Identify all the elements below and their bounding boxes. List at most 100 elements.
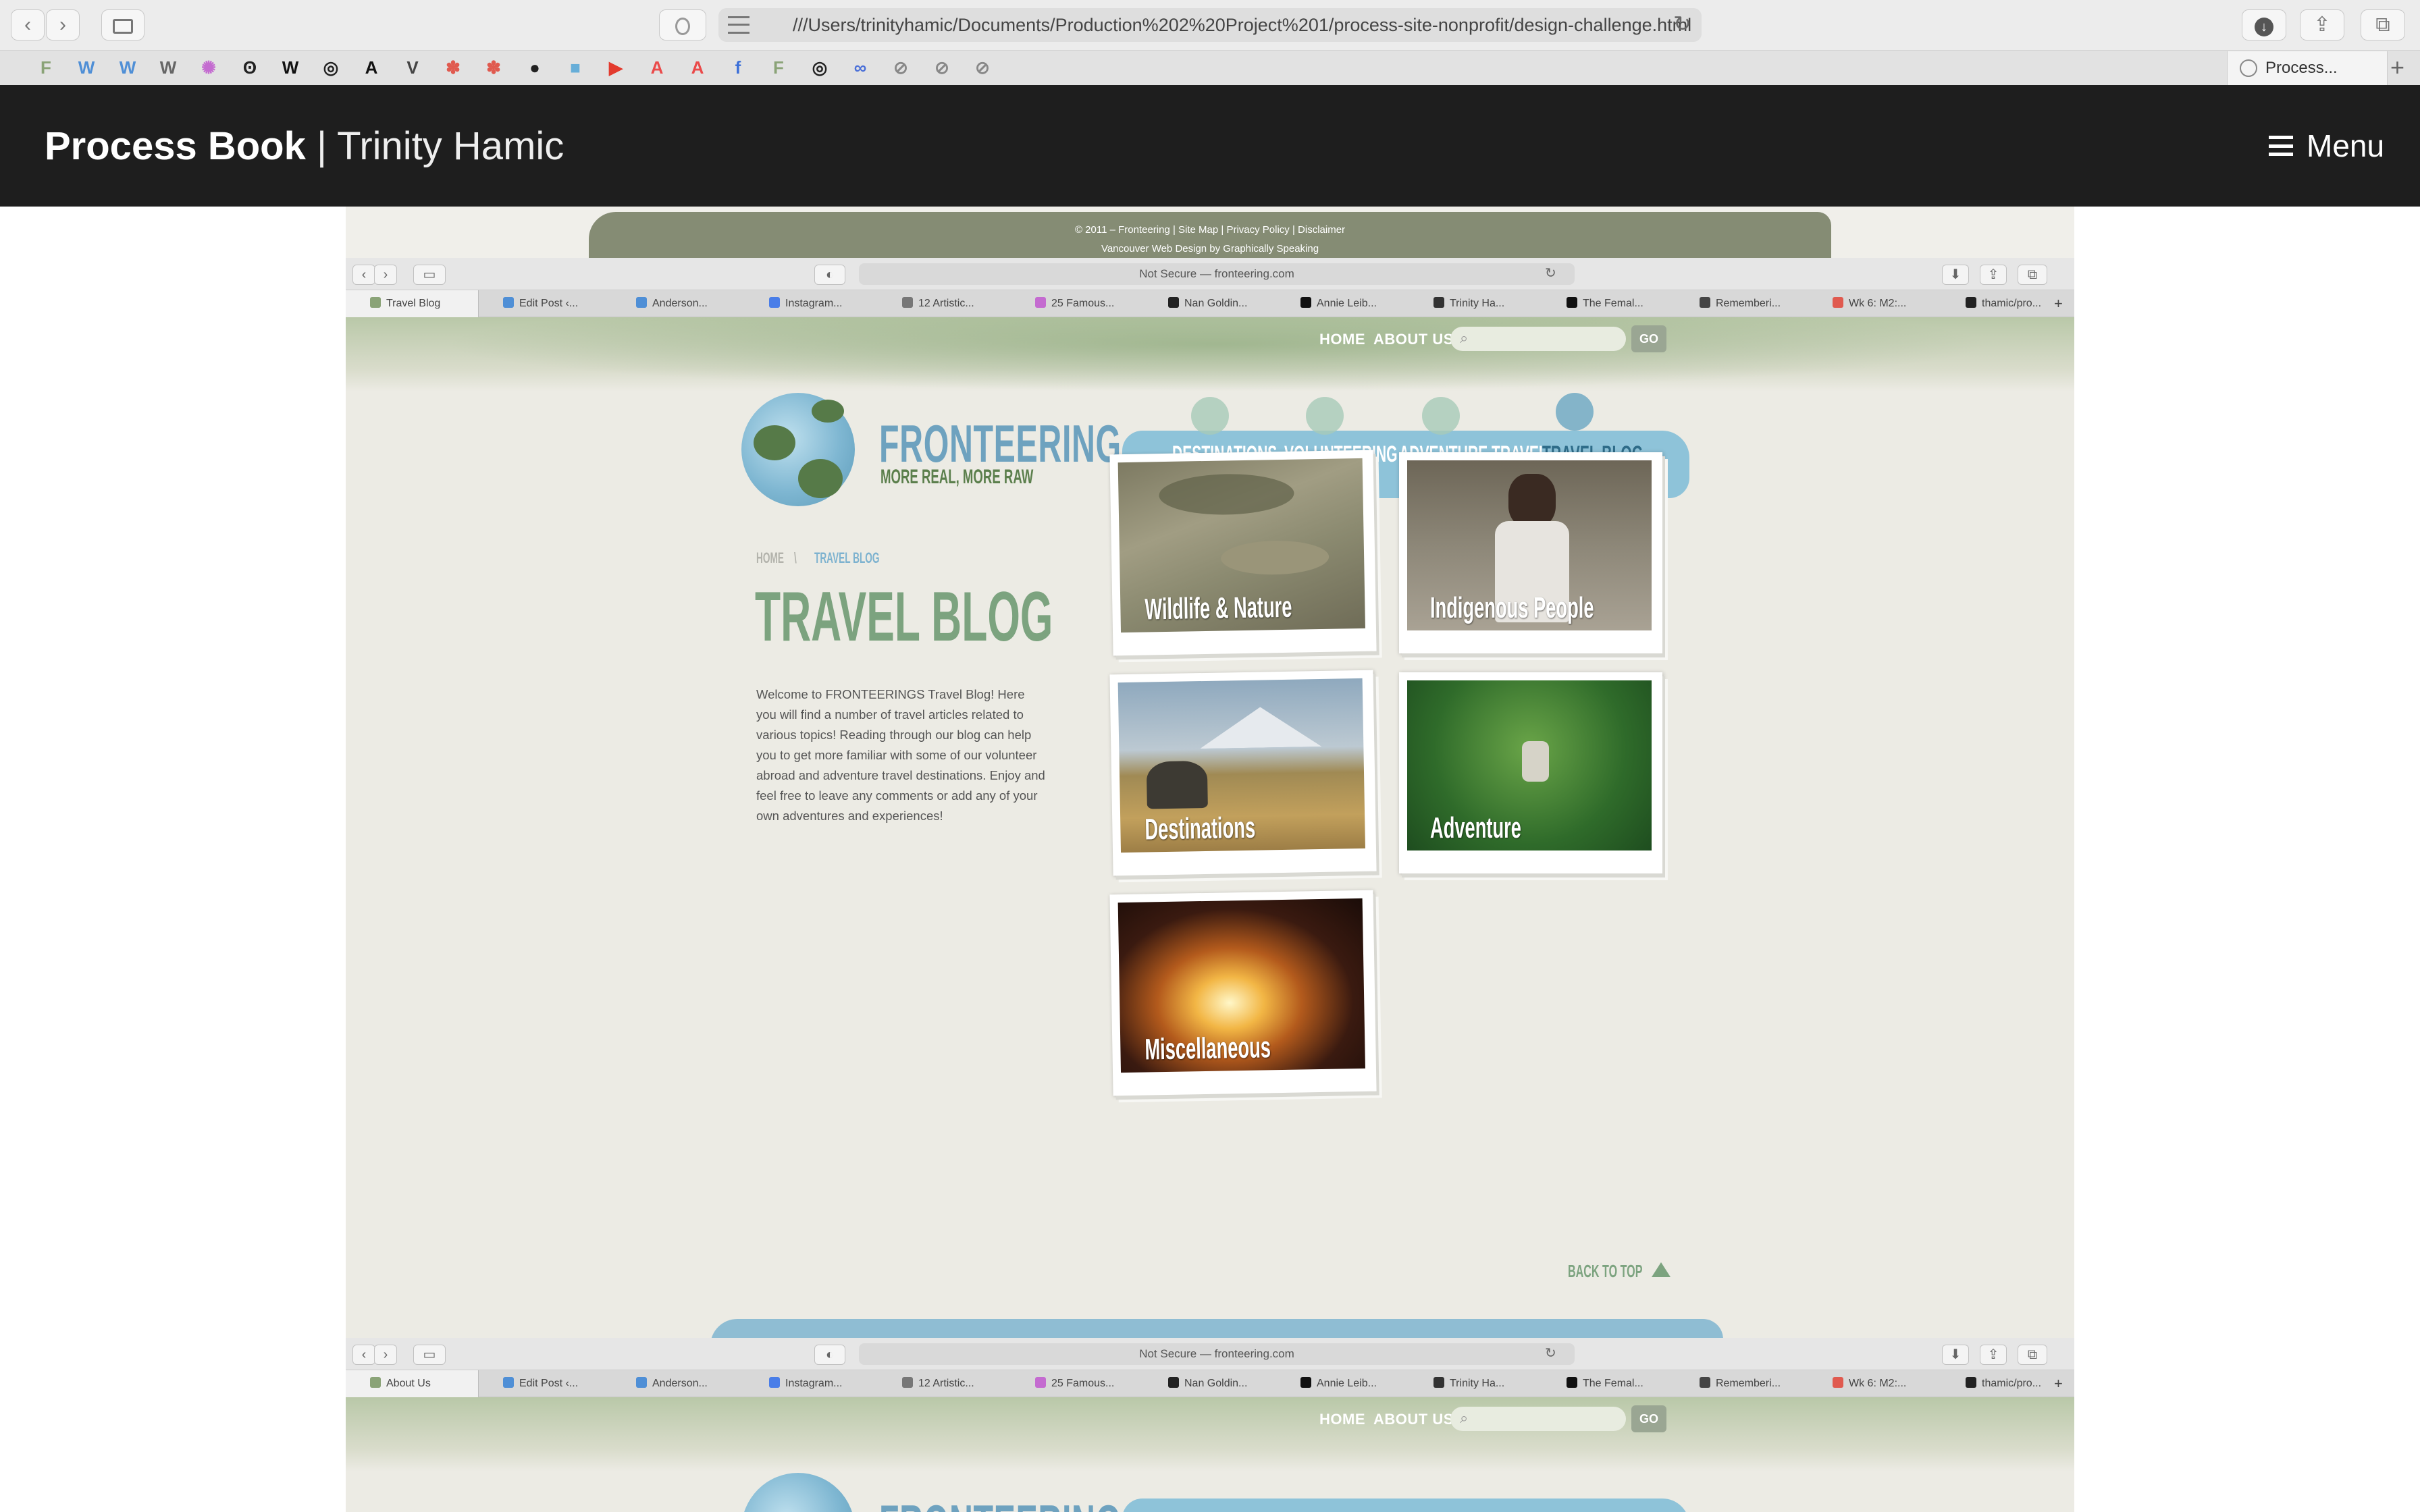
fronteering-globe-logo[interactable] <box>741 1473 855 1512</box>
inner-tab[interactable]: 25 Famous... <box>1011 1370 1144 1397</box>
fronteering-icon[interactable]: F <box>32 54 59 81</box>
logo-wordmark[interactable]: FRONTEERING <box>879 1493 1122 1512</box>
colorwheel-icon[interactable]: ✺ <box>195 54 222 81</box>
inner-tab[interactable]: Instagram... <box>745 1370 878 1397</box>
inner-tab[interactable]: Wk 6: M2:... <box>1808 290 1941 317</box>
sidebar-toggle-button[interactable] <box>101 9 144 40</box>
inner-tab[interactable]: Travel Blog <box>346 290 479 317</box>
shield-icon[interactable]: ◐ <box>814 1345 845 1365</box>
search-input[interactable]: ⌕ <box>1450 1407 1626 1431</box>
reader-icon[interactable] <box>728 16 749 34</box>
share-icon[interactable]: ⇪ <box>1980 265 2007 285</box>
up-arrow-icon[interactable] <box>1652 1262 1671 1277</box>
feminist-icon[interactable]: A <box>358 54 385 81</box>
new-tab-button[interactable]: + <box>2390 53 2404 82</box>
category-card-miscellaneous[interactable]: Miscellaneous <box>1109 890 1377 1096</box>
inner-tab[interactable]: Anderson... <box>612 290 745 317</box>
topnav-about-us[interactable]: ABOUT US <box>1373 1411 1454 1428</box>
inner-tab[interactable]: Nan Goldin... <box>1144 290 1277 317</box>
menu-button[interactable]: Menu <box>2269 126 2384 166</box>
topnav-home[interactable]: HOME <box>1319 331 1365 348</box>
instagram-icon[interactable]: ◎ <box>806 54 833 81</box>
search-go-button[interactable]: GO <box>1631 1405 1666 1432</box>
link-icon[interactable]: ∞ <box>847 54 874 81</box>
inner-tab[interactable]: Nan Goldin... <box>1144 1370 1277 1397</box>
reload-icon[interactable]: ↻ <box>1673 11 1691 36</box>
asterisk-icon[interactable]: ✽ <box>440 54 467 81</box>
inner-tab[interactable]: Trinity Ha... <box>1409 290 1542 317</box>
download-icon[interactable]: ⬇ <box>1942 1345 1969 1365</box>
forward-button[interactable]: › <box>374 265 397 285</box>
wikipedia-icon[interactable]: W <box>277 54 304 81</box>
inner-tab[interactable]: Annie Leib... <box>1276 1370 1409 1397</box>
inner-tab[interactable]: Edit Post ‹... <box>479 290 612 317</box>
new-tab-button[interactable]: + <box>2054 290 2063 317</box>
privacy-shield-button[interactable] <box>659 9 706 40</box>
wordpress-icon[interactable]: W <box>114 54 141 81</box>
compass-icon[interactable]: ⊘ <box>969 54 996 81</box>
tabs-icon[interactable]: ⧉ <box>2018 265 2047 285</box>
category-card-destinations[interactable]: Destinations <box>1109 670 1377 876</box>
tab-process[interactable]: Process... <box>2227 51 2388 85</box>
sidebar-toggle-button[interactable]: ▭ <box>413 265 446 285</box>
adobe-icon[interactable]: A <box>643 54 670 81</box>
inner-tab[interactable]: The Femal... <box>1542 1370 1675 1397</box>
forward-button[interactable]: › <box>374 1345 397 1365</box>
verge-icon[interactable]: V <box>399 54 426 81</box>
inner-tab[interactable]: Instagram... <box>745 290 878 317</box>
inner-tab[interactable]: The Femal... <box>1542 290 1675 317</box>
back-to-top-link[interactable]: BACK TO TOP <box>1568 1261 1642 1282</box>
search-go-button[interactable]: GO <box>1631 325 1666 352</box>
inner-tab[interactable]: Edit Post ‹... <box>479 1370 612 1397</box>
blue-square-icon[interactable]: ■ <box>562 54 589 81</box>
inner-tab[interactable]: Trinity Ha... <box>1409 1370 1542 1397</box>
topnav-about-us[interactable]: ABOUT US <box>1373 331 1454 348</box>
breadcrumb-home[interactable]: HOME <box>756 549 784 567</box>
category-card-indigenous[interactable]: Indigenous People <box>1399 452 1662 653</box>
sidebar-toggle-button[interactable]: ▭ <box>413 1345 446 1365</box>
inner-tab[interactable]: Anderson... <box>612 1370 745 1397</box>
compass-icon[interactable]: ⊘ <box>928 54 955 81</box>
youtube-icon[interactable]: ▶ <box>602 54 629 81</box>
reload-icon[interactable]: ↻ <box>1545 265 1556 281</box>
address-bar[interactable]: Not Secure — fronteering.com <box>859 1343 1575 1365</box>
nangoldin-icon[interactable]: ʘ <box>236 54 263 81</box>
back-button[interactable]: ‹ <box>352 1345 375 1365</box>
instagram-icon[interactable]: ◎ <box>317 54 344 81</box>
shield-icon[interactable]: ◐ <box>814 265 845 285</box>
back-button[interactable]: ‹ <box>11 9 45 40</box>
fronteering-icon[interactable]: F <box>765 54 792 81</box>
inner-tab[interactable]: Wk 6: M2:... <box>1808 1370 1941 1397</box>
facebook-icon[interactable]: f <box>725 54 752 81</box>
reload-icon[interactable]: ↻ <box>1545 1345 1556 1361</box>
github-icon[interactable]: ● <box>521 54 548 81</box>
inner-tab[interactable]: 12 Artistic... <box>878 1370 1011 1397</box>
download-icon[interactable]: ⬇ <box>1942 265 1969 285</box>
share-icon[interactable]: ⇪ <box>1980 1345 2007 1365</box>
category-card-wildlife[interactable]: Wildlife & Nature <box>1109 450 1377 656</box>
forward-button[interactable]: › <box>46 9 80 40</box>
asterisk-icon[interactable]: ✽ <box>480 54 507 81</box>
address-bar[interactable]: ///Users/trinityhamic/Documents/Producti… <box>718 8 1702 42</box>
inner-tab[interactable]: Rememberi... <box>1675 1370 1808 1397</box>
inner-tab[interactable]: Rememberi... <box>1675 290 1808 317</box>
inner-tab[interactable]: Annie Leib... <box>1276 290 1409 317</box>
adobe-icon[interactable]: A <box>684 54 711 81</box>
wordpress-icon[interactable]: W <box>73 54 100 81</box>
inner-tab[interactable]: 12 Artistic... <box>878 290 1011 317</box>
downloads-button[interactable]: ↓ <box>2242 9 2286 40</box>
new-tab-button[interactable]: + <box>2054 1370 2063 1397</box>
tab-overview-button[interactable]: ⧉ <box>2361 9 2405 40</box>
search-input[interactable]: ⌕ <box>1450 327 1626 351</box>
site-title[interactable]: Process Book | Trinity Hamic <box>45 115 564 178</box>
inner-tab[interactable]: About Us <box>346 1370 479 1397</box>
share-button[interactable]: ⇪ <box>2300 9 2344 40</box>
category-card-adventure[interactable]: Adventure <box>1399 672 1662 873</box>
topnav-home[interactable]: HOME <box>1319 1411 1365 1428</box>
address-bar[interactable]: Not Secure — fronteering.com <box>859 263 1575 285</box>
compass-icon[interactable]: ⊘ <box>887 54 914 81</box>
tabs-icon[interactable]: ⧉ <box>2018 1345 2047 1365</box>
inner-tab[interactable]: 25 Famous... <box>1011 290 1144 317</box>
wikipedia-icon[interactable]: W <box>155 54 182 81</box>
back-button[interactable]: ‹ <box>352 265 375 285</box>
